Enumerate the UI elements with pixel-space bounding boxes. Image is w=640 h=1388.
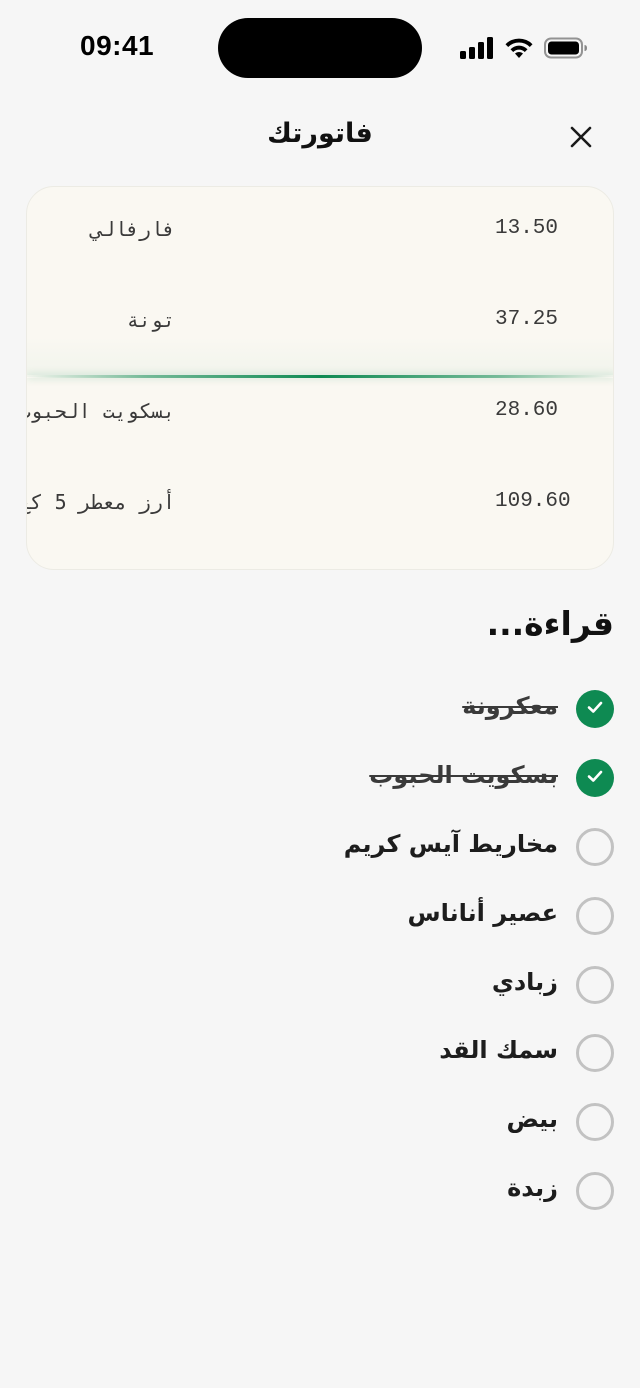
unchecked-circle[interactable] [576, 1034, 614, 1072]
list-item[interactable]: معكرونة [214, 678, 614, 738]
receipt-row: 37.25 تونة [27, 300, 613, 340]
receipt-price: 109.60 [495, 490, 571, 513]
list-item-label: زبادي [491, 968, 558, 996]
unchecked-circle[interactable] [576, 828, 614, 866]
checked-circle[interactable] [576, 759, 614, 797]
status-icons [460, 36, 588, 60]
list-item-label: بيض [506, 1105, 558, 1133]
unchecked-circle[interactable] [576, 1103, 614, 1141]
list-item-label: زبدة [507, 1174, 558, 1202]
status-bar: 09:41 [0, 0, 640, 96]
list-item-label: بسكويت الحبوب [369, 761, 558, 789]
receipt-item-name: بسكويت الحبوب [26, 399, 175, 423]
dynamic-island [218, 18, 422, 78]
unchecked-circle[interactable] [576, 897, 614, 935]
receipt-item-name: أرز معطر 5 كغ [27, 490, 175, 514]
reading-title: قراءة... [486, 604, 614, 643]
list-item[interactable]: مخاريط آيس كريم [214, 816, 614, 876]
receipt-card: 13.50 فارفالي 37.25 تونة 28.60 بسكويت ال… [26, 186, 614, 570]
wifi-icon [504, 37, 534, 59]
header: فاتورتك [0, 110, 640, 166]
list-item-label: عصير أناناس [407, 899, 558, 927]
unchecked-circle[interactable] [576, 1172, 614, 1210]
list-item-label: معكرونة [462, 692, 558, 720]
cellular-signal-icon [460, 37, 494, 59]
receipt-price: 37.25 [495, 308, 559, 331]
list-item[interactable]: عصير أناناس [214, 885, 614, 945]
receipt-price: 13.50 [495, 217, 559, 240]
list-item[interactable]: بيض [214, 1091, 614, 1151]
list-item[interactable]: بسكويت الحبوب [214, 747, 614, 807]
list-item[interactable]: سمك القد [214, 1022, 614, 1082]
checked-circle[interactable] [576, 690, 614, 728]
list-item-label: مخاريط آيس كريم [343, 830, 558, 858]
status-time: 09:41 [80, 30, 155, 61]
receipt-price: 28.60 [495, 399, 559, 422]
list-item[interactable]: زبادي [214, 954, 614, 1014]
receipt-item-name: فارفالي [90, 217, 175, 241]
page-title: فاتورتك [267, 118, 373, 149]
unchecked-circle[interactable] [576, 966, 614, 1004]
receipt-row: 28.60 بسكويت الحبوب [26, 391, 613, 431]
close-icon [569, 125, 593, 153]
battery-icon [544, 37, 588, 59]
receipt-item-name: تونة [126, 308, 175, 332]
checkmark-icon [585, 766, 605, 790]
receipt-row: 13.50 فارفالي [27, 209, 613, 249]
close-button[interactable] [560, 118, 602, 160]
list-item[interactable]: زبدة [214, 1160, 614, 1220]
checkmark-icon [585, 697, 605, 721]
scan-line [27, 375, 613, 378]
check-list: معكرونة بسكويت الحبوب مخاريط آيس كريم عص… [214, 674, 614, 1234]
receipt-row: 109.60 أرز معطر 5 كغ [27, 482, 613, 522]
scan-glow [27, 337, 613, 377]
list-item-label: سمك القد [439, 1036, 558, 1064]
